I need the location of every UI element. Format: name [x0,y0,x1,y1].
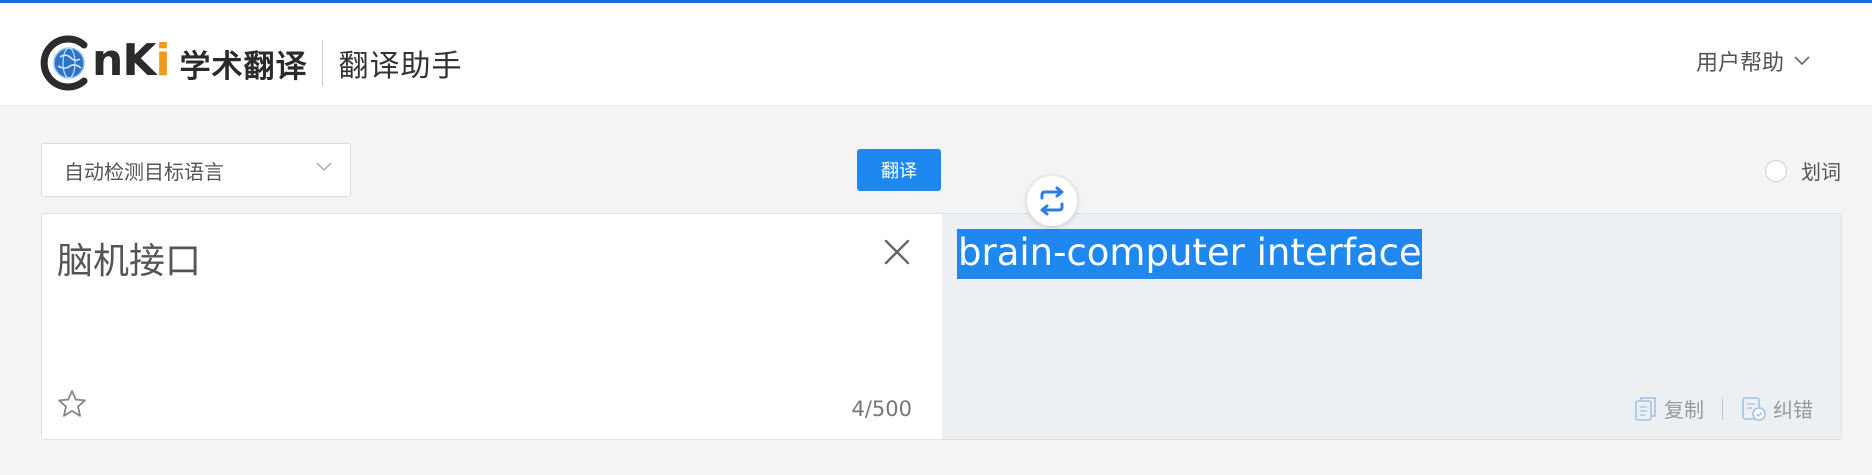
close-icon[interactable] [877,232,917,272]
logo-wordmark: nKi [92,34,171,86]
result-pane: brain-computer interface 复制 纠错 [942,214,1841,439]
chevron-down-icon [1794,56,1810,66]
source-language-value: 自动检测目标语言 [64,159,224,184]
copy-label: 复制 [1664,398,1704,422]
brand-title: 学术翻译 [179,48,308,85]
source-language-select[interactable]: 自动检测目标语言 [41,143,351,197]
cnki-logo[interactable]: nKi 学术翻译 翻译助手 [40,33,463,93]
chevron-down-icon [316,162,332,172]
selection-translate-radio[interactable] [1765,159,1787,182]
selection-translate-toggle[interactable]: 划词 [1765,156,1841,185]
copy-button[interactable]: 复制 [1634,394,1704,423]
report-icon [1742,396,1766,421]
logo-divider [321,40,323,86]
swap-icon [1040,186,1064,216]
character-count: 4/500 [851,397,912,421]
source-pane[interactable]: 脑机接口 4/500 [42,214,942,439]
header: nKi 学术翻译 翻译助手 用户帮助 [0,3,1872,106]
translation-panel: 脑机接口 4/500 brain-computer interface 复制 纠… [41,213,1842,440]
translation-result[interactable]: brain-computer interface [957,229,1422,279]
selection-translate-label: 划词 [1801,160,1841,184]
star-icon[interactable] [56,388,88,420]
report-error-label: 纠错 [1773,398,1813,422]
brand-subtitle: 翻译助手 [338,49,463,84]
globe-icon [40,35,88,91]
result-actions: 复制 纠错 [1634,394,1813,423]
swap-languages-button[interactable] [1027,176,1077,226]
translate-button[interactable]: 翻译 [857,149,941,191]
copy-icon [1635,396,1656,421]
report-error-button[interactable]: 纠错 [1741,394,1813,423]
action-divider [1722,397,1723,420]
source-text-input[interactable]: 脑机接口 [57,232,201,284]
user-help-menu[interactable]: 用户帮助 [1696,45,1810,77]
user-help-label: 用户帮助 [1695,51,1784,76]
